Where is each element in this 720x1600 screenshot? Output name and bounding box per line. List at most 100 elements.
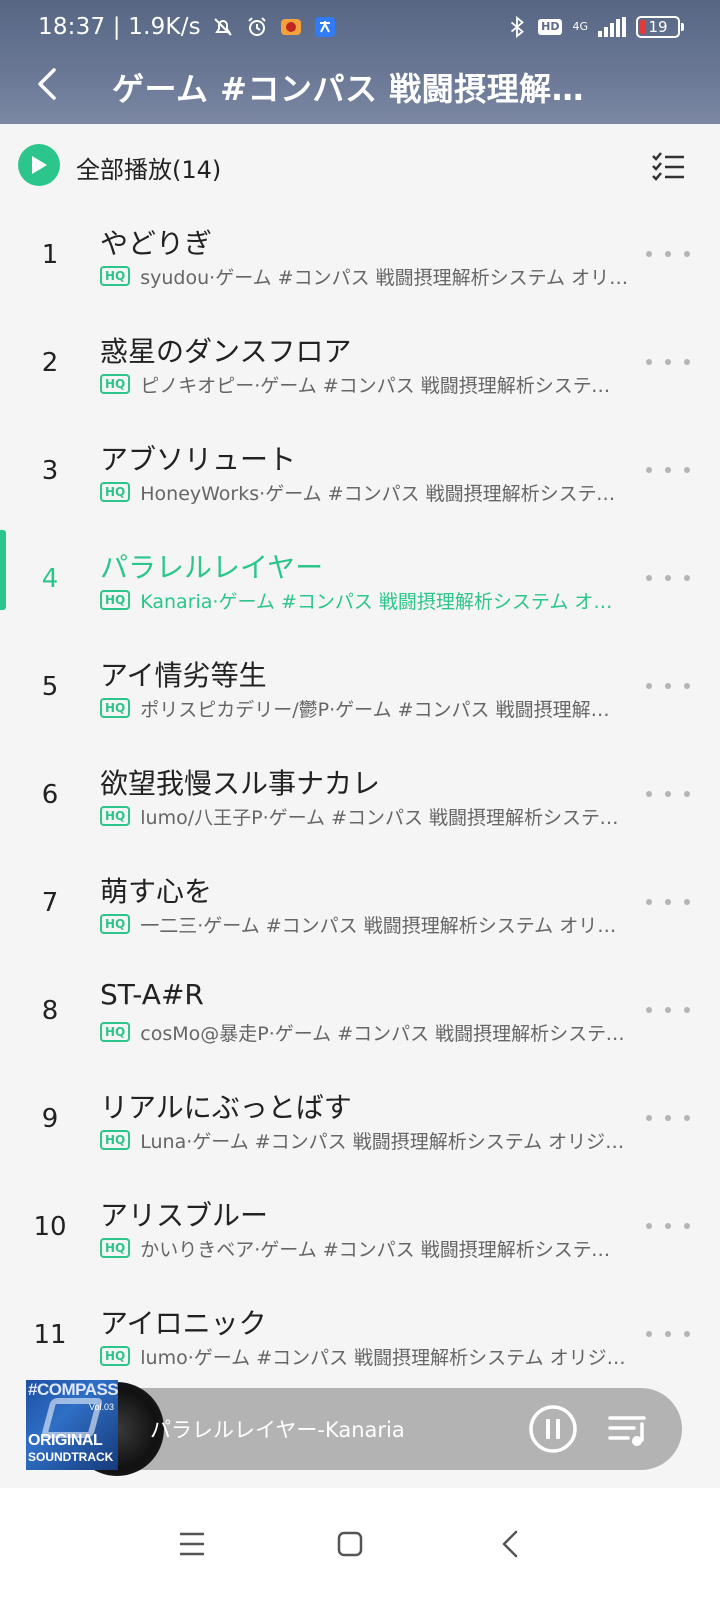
track-number: 4 <box>41 564 59 594</box>
play-all-button[interactable] <box>18 144 60 186</box>
track-list: 1 やどりぎ HQ syudou·ゲーム #コンパス 戦闘摂理解析システム オリジナル… <box>0 202 720 1390</box>
track-meta: lumo·ゲーム #コンパス 戦闘摂理解析システム オリジナルサウンドトラック <box>140 1346 628 1369</box>
track-title: アブソリュート <box>100 443 297 476</box>
hq-badge: HQ <box>100 1346 131 1366</box>
track-meta: 一二三·ゲーム #コンパス 戦闘摂理解析システム オリジナルサウンドトラック <box>140 914 628 937</box>
more-options-icon[interactable] <box>646 242 690 266</box>
track-row[interactable]: 1 やどりぎ HQ syudou·ゲーム #コンパス 戦闘摂理解析システム オリジナル… <box>0 202 720 310</box>
status-right: HD 4G 19 <box>506 12 684 42</box>
playlist-queue-icon[interactable] <box>608 1410 650 1450</box>
more-options-icon[interactable] <box>646 674 690 698</box>
track-title: リアルにぶっとばす <box>100 1091 352 1124</box>
track-subtitle: HQ ピノキオピー·ゲーム #コンパス 戦闘摂理解析システム オリジナルサウンドト… <box>100 370 640 398</box>
cover-text-bottom: SOUNDTRACK <box>28 1450 114 1464</box>
hq-badge: HQ <box>100 914 131 934</box>
signal-icon <box>598 17 626 37</box>
track-row[interactable]: 10 アリスブルー HQ かいりきベア·ゲーム #コンパス 戦闘摂理解析システム オリ… <box>0 1174 720 1282</box>
track-title: やどりぎ <box>100 227 213 260</box>
track-title: パラレルレイヤー <box>100 551 324 584</box>
battery-level: 19 <box>648 18 668 36</box>
track-row[interactable]: 7 萌す心を HQ 一二三·ゲーム #コンパス 戦闘摂理解析システム オリジナルサウン… <box>0 850 720 958</box>
track-title: 萌す心を <box>100 875 213 908</box>
hq-badge: HQ <box>100 1022 131 1042</box>
track-subtitle: HQ Luna·ゲーム #コンパス 戦闘摂理解析システム オリジナルサウンドトラッ… <box>100 1126 640 1154</box>
track-subtitle: HQ syudou·ゲーム #コンパス 戦闘摂理解析システム オリジナルサウンドト… <box>100 262 640 290</box>
title-row: ゲーム #コンパス 戦闘摂理解析システム オリジナルサウンドトラック <box>0 52 720 118</box>
system-nav-bar <box>0 1488 720 1600</box>
back-button[interactable] <box>26 62 70 106</box>
more-options-icon[interactable] <box>646 1106 690 1130</box>
more-options-icon[interactable] <box>646 1214 690 1238</box>
more-options-icon[interactable] <box>646 1322 690 1346</box>
nav-back-icon[interactable] <box>490 1524 530 1564</box>
mini-player[interactable]: #COMPASS Vol.03 ORIGINAL SOUNDTRACK パラレル… <box>26 1380 682 1476</box>
track-row[interactable]: 2 惑星のダンスフロア HQ ピノキオピー·ゲーム #コンパス 戦闘摂理解析システム … <box>0 310 720 418</box>
track-number: 5 <box>41 672 59 702</box>
track-number: 8 <box>41 996 59 1026</box>
more-options-icon[interactable] <box>646 458 690 482</box>
play-all-label[interactable]: 全部播放(14) <box>76 150 221 185</box>
multi-select-icon[interactable] <box>650 148 686 184</box>
track-number: 3 <box>41 456 59 486</box>
time-speed: 18:37 | 1.9K/s <box>38 14 201 40</box>
network-label: 4G <box>572 20 588 33</box>
track-number: 10 <box>33 1212 67 1242</box>
track-number: 2 <box>41 348 59 378</box>
track-title: アイロニック <box>100 1307 267 1340</box>
hq-badge: HQ <box>100 1238 131 1258</box>
track-row[interactable]: 5 アイ情劣等生 HQ ポリスピカデリー/鬱P·ゲーム #コンパス 戦闘摂理解析システ… <box>0 634 720 742</box>
album-cover[interactable]: #COMPASS Vol.03 ORIGINAL SOUNDTRACK <box>26 1380 118 1470</box>
play-all-row[interactable]: 全部播放(14) <box>0 124 720 208</box>
more-options-icon[interactable] <box>646 350 690 374</box>
more-options-icon[interactable] <box>646 998 690 1022</box>
hq-badge: HQ <box>100 590 131 610</box>
track-subtitle: HQ Kanaria·ゲーム #コンパス 戦闘摂理解析システム オリジナルサウンド… <box>100 586 640 614</box>
track-number: 1 <box>41 240 59 270</box>
track-meta: かいりきベア·ゲーム #コンパス 戦闘摂理解析システム オリジナルサウンドトラッ… <box>140 1238 628 1261</box>
alarm-icon <box>248 17 266 36</box>
hq-badge: HQ <box>100 266 131 286</box>
track-meta: Luna·ゲーム #コンパス 戦闘摂理解析システム オリジナルサウンドトラック <box>140 1130 628 1153</box>
track-title: ST-A#R <box>100 978 204 1011</box>
more-options-icon[interactable] <box>646 566 690 590</box>
pause-button[interactable] <box>528 1404 578 1454</box>
track-row[interactable]: 3 アブソリュート HQ HoneyWorks·ゲーム #コンパス 戦闘摂理解析システ… <box>0 418 720 526</box>
track-number: 7 <box>41 888 59 918</box>
track-row[interactable]: 6 欲望我慢スル事ナカレ HQ lumo/八王子P·ゲーム #コンパス 戦闘摂理解析シ… <box>0 742 720 850</box>
status-bar: 18:37 | 1.9K/s HD 4G 19 <box>0 0 720 52</box>
cover-text-mid: ORIGINAL <box>28 1432 103 1449</box>
back-arrow-icon <box>38 68 56 100</box>
track-row[interactable]: 4 パラレルレイヤー HQ Kanaria·ゲーム #コンパス 戦闘摂理解析システム … <box>0 526 720 634</box>
hq-badge: HQ <box>100 482 131 502</box>
track-title: アリスブルー <box>100 1199 269 1232</box>
track-meta: lumo/八王子P·ゲーム #コンパス 戦闘摂理解析システム オリジナルサウンド… <box>140 806 628 829</box>
more-options-icon[interactable] <box>646 782 690 806</box>
status-left: 18:37 | 1.9K/s <box>38 12 337 42</box>
track-number: 9 <box>41 1104 59 1134</box>
menu-icon[interactable] <box>172 1524 212 1564</box>
cover-text-vol: Vol.03 <box>88 1402 114 1412</box>
track-subtitle: HQ 一二三·ゲーム #コンパス 戦闘摂理解析システム オリジナルサウンドトラック <box>100 910 640 938</box>
home-icon[interactable] <box>330 1524 370 1564</box>
app-notification-icon <box>280 19 301 35</box>
now-playing-title[interactable]: パラレルレイヤー-Kanaria <box>150 1414 490 1444</box>
track-row[interactable]: 8 ST-A#R HQ cosMo@暴走P·ゲーム #コンパス 戦闘摂理解析システム … <box>0 958 720 1066</box>
track-subtitle: HQ ポリスピカデリー/鬱P·ゲーム #コンパス 戦闘摂理解析システム オリジナル… <box>100 694 640 722</box>
track-title: アイ情劣等生 <box>100 659 267 692</box>
hq-badge: HQ <box>100 698 131 718</box>
track-meta: cosMo@暴走P·ゲーム #コンパス 戦闘摂理解析システム オリジナルサウンド… <box>140 1022 628 1045</box>
track-title: 惑星のダンスフロア <box>100 335 352 368</box>
more-options-icon[interactable] <box>646 890 690 914</box>
track-row[interactable]: 11 アイロニック HQ lumo·ゲーム #コンパス 戦闘摂理解析システム オリジナ… <box>0 1282 720 1390</box>
track-meta: Kanaria·ゲーム #コンパス 戦闘摂理解析システム オリジナルサウンドトラ… <box>140 590 629 613</box>
page-title: ゲーム #コンパス 戦闘摂理解析システム オリジナルサウンドトラック <box>112 70 612 108</box>
mute-bell-icon <box>214 18 232 36</box>
hq-badge: HQ <box>100 374 131 394</box>
track-number: 11 <box>33 1320 67 1350</box>
track-subtitle: HQ HoneyWorks·ゲーム #コンパス 戦闘摂理解析システム オリジナルサ… <box>100 478 640 506</box>
battery-icon: 19 <box>636 16 684 38</box>
header: 18:37 | 1.9K/s HD 4G 19 ゲーム #コンパス 戦闘摂理解析… <box>0 0 720 124</box>
cover-text-top: #COMPASS <box>28 1380 118 1399</box>
track-subtitle: HQ かいりきベア·ゲーム #コンパス 戦闘摂理解析システム オリジナルサウンドト… <box>100 1234 640 1262</box>
track-row[interactable]: 9 リアルにぶっとばす HQ Luna·ゲーム #コンパス 戦闘摂理解析システム オリ… <box>0 1066 720 1174</box>
